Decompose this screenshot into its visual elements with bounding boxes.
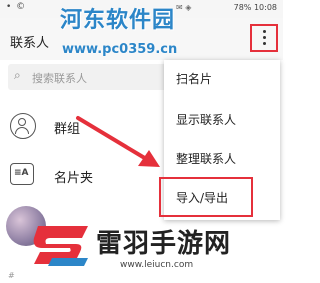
page-title: 联系人 — [10, 36, 50, 51]
menu-item-organize-contacts[interactable]: 整理联系人 — [176, 150, 236, 167]
status-right: 78% 10:08 — [234, 3, 277, 12]
groups-item-label[interactable]: 群组 — [54, 118, 80, 137]
status-left-indicators: • © — [6, 2, 27, 12]
card-holder-icon: ≡A — [10, 163, 34, 185]
section-header-hash: # — [8, 271, 15, 280]
groups-icon — [10, 113, 36, 139]
battery-level: 78% — [233, 3, 252, 12]
watermark-title: 河东软件园 — [60, 8, 176, 33]
watermark-brand-url: www.leiucn.com — [120, 260, 194, 270]
search-placeholder: 搜索联系人 — [32, 72, 87, 85]
watermark-brand: 雷羽手游网 — [96, 229, 232, 259]
status-icons: ✉ ◈ — [176, 3, 192, 12]
clock: 10:08 — [253, 3, 277, 12]
menu-item-scan-card[interactable]: 扫名片 — [176, 70, 212, 87]
watermark-logo — [33, 226, 88, 266]
more-vert-icon — [263, 30, 266, 48]
menu-item-display-contacts[interactable]: 显示联系人 — [176, 111, 236, 128]
watermark-url: www.pc0359.cn — [62, 42, 178, 57]
search-icon: ⌕ — [14, 68, 21, 82]
more-options-button[interactable] — [250, 24, 278, 52]
import-export-highlight — [159, 177, 253, 217]
card-holder-item-label[interactable]: 名片夹 — [54, 167, 93, 186]
